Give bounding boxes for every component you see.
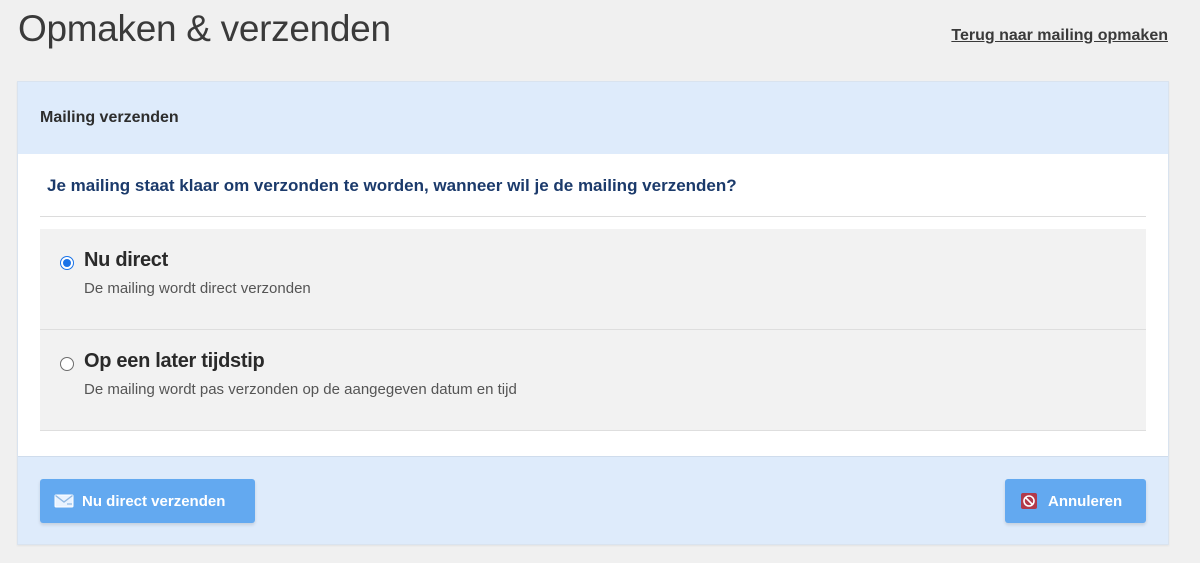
divider (40, 216, 1146, 217)
send-later-radio[interactable] (60, 357, 74, 371)
card-header: Mailing verzenden (18, 82, 1168, 154)
option-send-now[interactable]: Nu direct De mailing wordt direct verzon… (40, 229, 1146, 330)
page-title: Opmaken & verzenden (18, 8, 391, 49)
card-footer: Nu direct verzenden Annuleren (18, 456, 1168, 544)
option-title: Op een later tijdstip (84, 350, 265, 372)
send-now-button-label: Nu direct verzenden (82, 492, 226, 510)
option-description: De mailing wordt direct verzonden (84, 280, 311, 297)
card-title: Mailing verzenden (40, 109, 179, 126)
cancel-icon (1020, 492, 1040, 510)
option-description: De mailing wordt pas verzonden op de aan… (84, 381, 517, 398)
send-options: Nu direct De mailing wordt direct verzon… (40, 229, 1146, 431)
send-now-button[interactable]: Nu direct verzenden (40, 479, 255, 523)
send-question: Je mailing staat klaar om verzonden te w… (47, 176, 737, 195)
cancel-button[interactable]: Annuleren (1005, 479, 1146, 523)
envelope-icon (54, 492, 74, 510)
option-send-later[interactable]: Op een later tijdstip De mailing wordt p… (40, 330, 1146, 431)
cancel-button-label: Annuleren (1048, 492, 1123, 510)
send-mailing-card: Mailing verzenden Je mailing staat klaar… (17, 81, 1169, 545)
send-now-radio[interactable] (60, 256, 74, 270)
back-to-edit-link[interactable]: Terug naar mailing opmaken (951, 27, 1168, 45)
option-title: Nu direct (84, 249, 168, 271)
